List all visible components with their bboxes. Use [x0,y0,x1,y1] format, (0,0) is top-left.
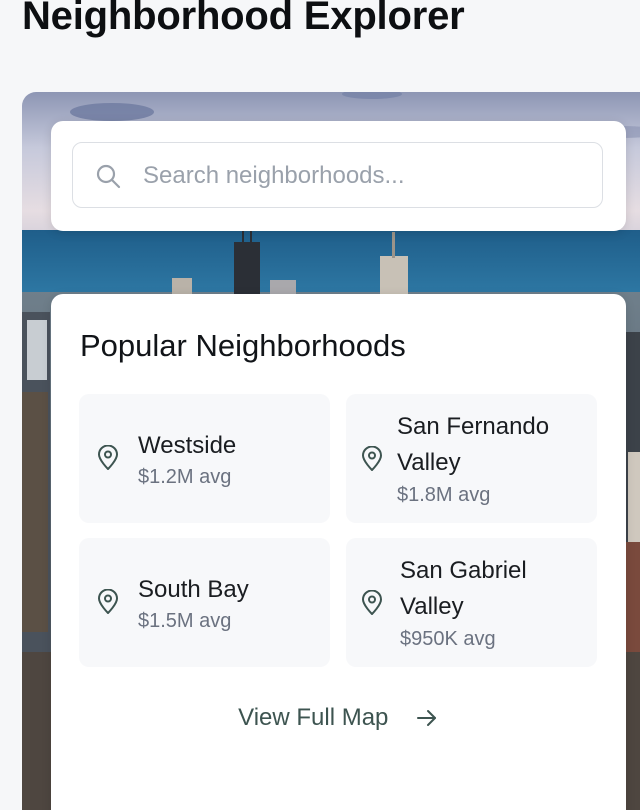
search-icon [96,164,121,189]
map-pin-icon [98,445,118,470]
neighborhood-name: San Fernando Valley [397,413,550,476]
neighborhood-price: $950K avg [400,628,496,650]
view-full-map-link[interactable]: View Full Map [51,704,626,732]
neighborhood-name: South Bay [138,576,249,603]
popular-neighborhoods-title: Popular Neighborhoods [80,328,406,363]
page-title: Neighborhood Explorer [22,0,465,38]
map-pin-icon [362,590,382,615]
search-card [51,121,626,231]
map-pin-icon [362,446,382,471]
neighborhood-name: Westside [138,432,237,459]
neighborhood-price: $1.8M avg [397,484,491,506]
neighborhood-tile-south-bay[interactable]: South Bay $1.5M avg [79,538,330,667]
neighborhood-price: $1.2M avg [138,466,232,488]
popular-neighborhoods-card: Popular Neighborhoods Westside $1.2M avg… [51,294,626,810]
neighborhood-price: $1.5M avg [138,610,232,632]
map-pin-icon [98,589,118,614]
view-full-map-label: View Full Map [238,704,389,731]
neighborhood-explorer-page: Neighborhood Explorer Search neighborhoo… [0,0,640,810]
neighborhood-tile-san-fernando-valley[interactable]: San Fernando Valley $1.8M avg [346,394,597,523]
arrow-right-icon [416,710,436,726]
neighborhood-tile-westside[interactable]: Westside $1.2M avg [79,394,330,523]
neighborhood-tile-san-gabriel-valley[interactable]: San Gabriel Valley $950K avg [346,538,597,667]
search-input[interactable] [143,157,583,195]
neighborhood-name: San Gabriel Valley [400,557,527,620]
search-box[interactable] [72,142,603,208]
